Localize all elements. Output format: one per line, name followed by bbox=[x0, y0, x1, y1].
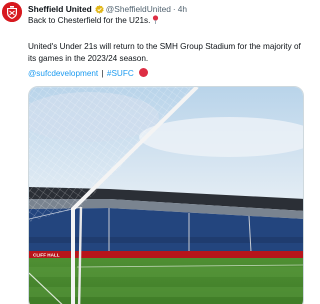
author-handle[interactable]: @SheffieldUnited bbox=[106, 4, 171, 14]
round-pushpin-icon bbox=[152, 15, 159, 24]
author-name[interactable]: Sheffield United bbox=[28, 4, 92, 14]
pitch-board-text: CLIFF HALL bbox=[33, 253, 60, 258]
tweet-timestamp[interactable]: 4h bbox=[178, 4, 187, 14]
tweet-text-paragraph-line1: United's Under 21s will return to the SM… bbox=[28, 42, 301, 51]
sheffield-united-crest-icon bbox=[2, 2, 22, 22]
tweet-header: Sheffield United @SheffieldUnited · 4h bbox=[28, 2, 300, 16]
tweet-tags: @sufcdevelopment | #SUFC bbox=[28, 68, 149, 78]
header-separator: · bbox=[172, 4, 176, 14]
tweet-text-paragraph-line2: its games in the 2023/24 season. bbox=[28, 53, 149, 63]
tweet-media-photo[interactable]: CLIFF HALL bbox=[28, 86, 304, 304]
avatar[interactable] bbox=[2, 2, 22, 22]
verified-badge-icon bbox=[95, 4, 104, 14]
hashtag-link[interactable]: #SUFC bbox=[107, 69, 134, 78]
tweet-text-intro: Back to Chesterfield for the U21s. bbox=[28, 16, 151, 25]
red-circle-emoji-icon bbox=[139, 68, 149, 77]
mention-link[interactable]: @sufcdevelopment bbox=[28, 69, 98, 78]
tweet-text-line1: Back to Chesterfield for the U21s. bbox=[28, 15, 159, 25]
tweet[interactable]: Sheffield United @SheffieldUnited · 4h B… bbox=[0, 0, 304, 304]
tag-separator: | bbox=[101, 69, 104, 78]
tweet-text-paragraph: United's Under 21s will return to the SM… bbox=[28, 41, 320, 64]
stadium-photo: CLIFF HALL bbox=[29, 87, 303, 304]
